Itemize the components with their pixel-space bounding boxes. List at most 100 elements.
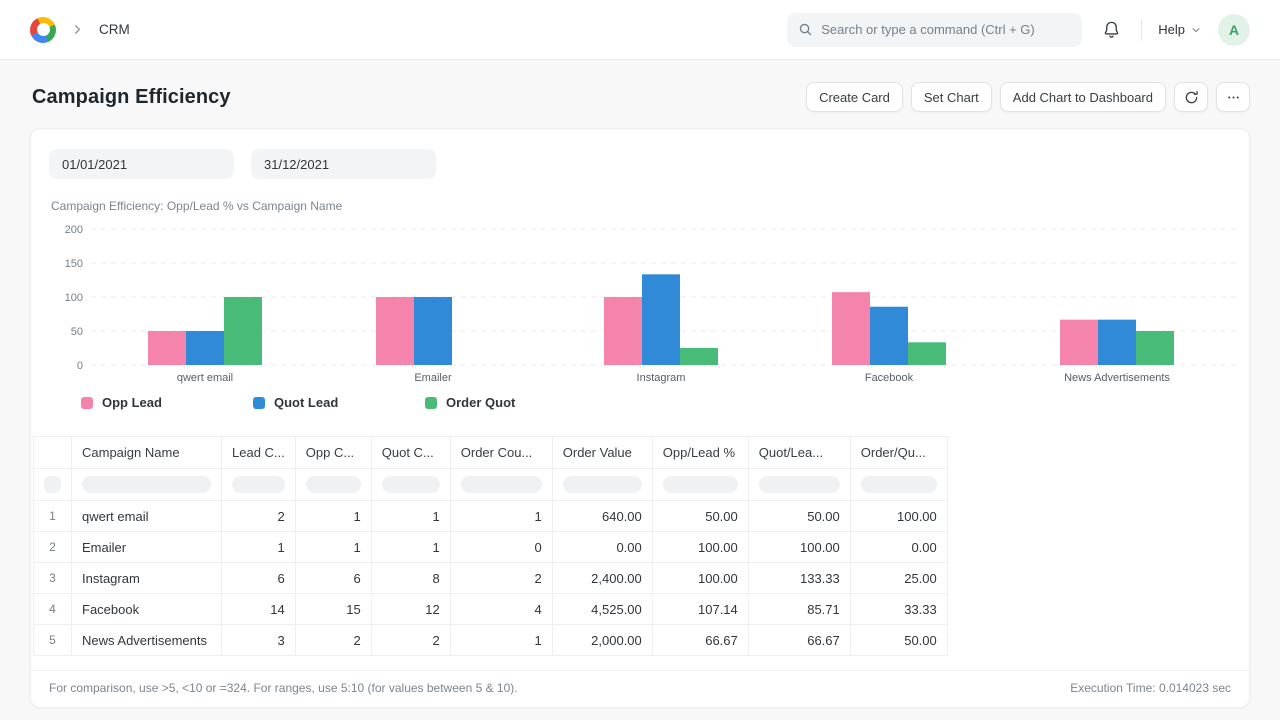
value-cell[interactable]: 8 <box>371 563 450 594</box>
column-header[interactable]: Order Cou... <box>450 437 552 469</box>
value-cell[interactable]: 2 <box>450 563 552 594</box>
value-cell[interactable]: 100.00 <box>652 563 748 594</box>
value-cell[interactable]: 4,525.00 <box>552 594 652 625</box>
value-cell[interactable]: 1 <box>450 501 552 532</box>
value-cell[interactable]: 66.67 <box>652 625 748 656</box>
column-filter-input[interactable] <box>861 476 937 493</box>
bar-chart: 050100150200qwert emailEmailerInstagramF… <box>31 213 1249 393</box>
bell-icon <box>1102 20 1121 39</box>
column-filter-input[interactable] <box>82 476 211 493</box>
column-filter-input[interactable] <box>461 476 542 493</box>
value-cell[interactable]: 1 <box>222 532 296 563</box>
value-cell[interactable]: 0 <box>450 532 552 563</box>
report-table: Campaign NameLead C...Opp C...Quot C...O… <box>33 436 1249 670</box>
filter-cell <box>850 469 947 501</box>
campaign-name-cell[interactable]: News Advertisements <box>72 625 222 656</box>
column-header[interactable]: Campaign Name <box>72 437 222 469</box>
column-header[interactable]: Lead C... <box>222 437 296 469</box>
y-axis-tick: 100 <box>65 292 83 304</box>
column-filter-input[interactable] <box>663 476 738 493</box>
value-cell[interactable]: 14 <box>222 594 296 625</box>
legend-item-quot-lead[interactable]: Quot Lead <box>253 395 425 410</box>
value-cell[interactable]: 4 <box>450 594 552 625</box>
value-cell[interactable]: 1 <box>371 501 450 532</box>
filter-cell <box>222 469 296 501</box>
chart-bar <box>376 297 414 365</box>
value-cell[interactable]: 2 <box>371 625 450 656</box>
app-logo[interactable] <box>30 17 56 43</box>
index-column-header <box>34 437 72 469</box>
column-filter-input[interactable] <box>232 476 285 493</box>
value-cell[interactable]: 0.00 <box>552 532 652 563</box>
y-axis-tick: 150 <box>65 258 83 270</box>
column-header[interactable]: Order Value <box>552 437 652 469</box>
value-cell[interactable]: 0.00 <box>850 532 947 563</box>
column-filter-input[interactable] <box>382 476 440 493</box>
value-cell[interactable]: 33.33 <box>850 594 947 625</box>
value-cell[interactable]: 100.00 <box>748 532 850 563</box>
value-cell[interactable]: 1 <box>450 625 552 656</box>
value-cell[interactable]: 640.00 <box>552 501 652 532</box>
report-filters: 01/01/2021 31/12/2021 <box>31 129 1249 185</box>
campaign-name-cell[interactable]: Instagram <box>72 563 222 594</box>
column-filter-input[interactable] <box>306 476 361 493</box>
column-header[interactable]: Opp/Lead % <box>652 437 748 469</box>
value-cell[interactable]: 3 <box>222 625 296 656</box>
page: CRM Search or type a command (Ctrl + G) … <box>0 0 1280 708</box>
value-cell[interactable]: 1 <box>371 532 450 563</box>
value-cell[interactable]: 100.00 <box>850 501 947 532</box>
to-date-input[interactable]: 31/12/2021 <box>251 149 436 179</box>
search-input[interactable]: Search or type a command (Ctrl + G) <box>787 13 1082 47</box>
more-options-button[interactable] <box>1216 82 1250 112</box>
column-filter-input[interactable] <box>759 476 840 493</box>
column-header[interactable]: Quot C... <box>371 437 450 469</box>
help-menu[interactable]: Help <box>1158 22 1202 37</box>
campaign-name-cell[interactable]: Emailer <box>72 532 222 563</box>
set-chart-button[interactable]: Set Chart <box>911 82 992 112</box>
add-chart-to-dashboard-button[interactable]: Add Chart to Dashboard <box>1000 82 1166 112</box>
campaign-name-cell[interactable]: Facebook <box>72 594 222 625</box>
legend-item-opp-lead[interactable]: Opp Lead <box>81 395 253 410</box>
value-cell[interactable]: 100.00 <box>652 532 748 563</box>
legend-item-order-quot[interactable]: Order Quot <box>425 395 597 410</box>
value-cell[interactable]: 6 <box>295 563 371 594</box>
notifications-button[interactable] <box>1098 16 1125 43</box>
from-date-input[interactable]: 01/01/2021 <box>49 149 234 179</box>
avatar[interactable]: A <box>1218 14 1250 46</box>
column-filter-input[interactable] <box>563 476 642 493</box>
ellipsis-icon <box>1226 90 1241 105</box>
value-cell[interactable]: 15 <box>295 594 371 625</box>
value-cell[interactable]: 133.33 <box>748 563 850 594</box>
help-label: Help <box>1158 22 1185 37</box>
value-cell[interactable]: 25.00 <box>850 563 947 594</box>
report-card: 01/01/2021 31/12/2021 Campaign Efficienc… <box>30 128 1250 708</box>
value-cell[interactable]: 107.14 <box>652 594 748 625</box>
column-header[interactable]: Order/Qu... <box>850 437 947 469</box>
value-cell[interactable]: 2,400.00 <box>552 563 652 594</box>
value-cell[interactable]: 50.00 <box>850 625 947 656</box>
chart-bar <box>604 297 642 365</box>
refresh-button[interactable] <box>1174 82 1208 112</box>
value-cell[interactable]: 6 <box>222 563 296 594</box>
value-cell[interactable]: 1 <box>295 532 371 563</box>
filter-cell <box>371 469 450 501</box>
value-cell[interactable]: 85.71 <box>748 594 850 625</box>
value-cell[interactable]: 50.00 <box>652 501 748 532</box>
create-card-button[interactable]: Create Card <box>806 82 903 112</box>
value-cell[interactable]: 12 <box>371 594 450 625</box>
column-header[interactable]: Opp C... <box>295 437 371 469</box>
value-cell[interactable]: 2,000.00 <box>552 625 652 656</box>
value-cell[interactable]: 66.67 <box>748 625 850 656</box>
filter-cell <box>295 469 371 501</box>
filter-cell <box>652 469 748 501</box>
value-cell[interactable]: 1 <box>295 501 371 532</box>
breadcrumb[interactable]: CRM <box>99 22 130 37</box>
column-header[interactable]: Quot/Lea... <box>748 437 850 469</box>
value-cell[interactable]: 2 <box>222 501 296 532</box>
filter-cell <box>72 469 222 501</box>
value-cell[interactable]: 50.00 <box>748 501 850 532</box>
page-actions: Create Card Set Chart Add Chart to Dashb… <box>806 82 1250 112</box>
row-filter-toggle[interactable] <box>44 476 61 493</box>
campaign-name-cell[interactable]: qwert email <box>72 501 222 532</box>
value-cell[interactable]: 2 <box>295 625 371 656</box>
